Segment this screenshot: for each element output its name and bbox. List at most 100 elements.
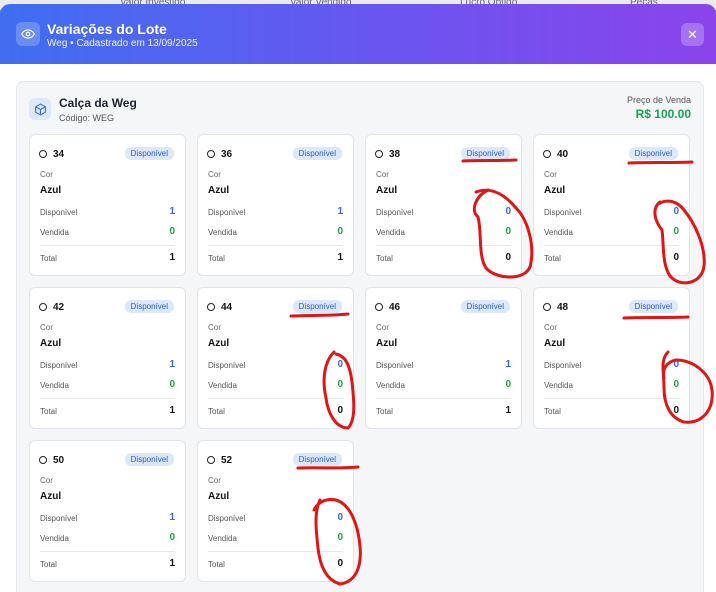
vendida-value: 0 xyxy=(673,379,679,390)
status-badge: Disponível xyxy=(124,453,174,466)
status-badge: Disponível xyxy=(628,147,678,160)
color-value: Azul xyxy=(208,491,230,502)
variant-card: 42 Disponível Cor Azul Disponível 1 Vendida 0 To… xyxy=(29,287,186,429)
total-label: Total xyxy=(40,407,57,416)
disponivel-value: 0 xyxy=(673,206,679,217)
color-value: Azul xyxy=(544,185,566,196)
disponivel-label: Disponível xyxy=(208,208,246,217)
variant-card: 36 Disponível Cor Azul Disponível 1 Vendida 0 To… xyxy=(197,134,354,276)
vendida-label: Vendida xyxy=(40,228,69,237)
price-label: Preço de Venda xyxy=(626,95,691,105)
status-badge: Disponível xyxy=(292,453,342,466)
total-value: 1 xyxy=(169,558,175,569)
product-name: Calça da Weg xyxy=(59,96,137,110)
vendida-value: 0 xyxy=(169,532,175,543)
vendida-value: 0 xyxy=(337,226,343,237)
variations-modal: Variações do Lote Weg • Cadastrado em 13… xyxy=(0,4,716,592)
color-value: Azul xyxy=(40,491,62,502)
total-label: Total xyxy=(208,560,225,569)
card-divider xyxy=(40,551,175,552)
product-panel: Calça da Weg Código: WEG Preço de Venda … xyxy=(16,81,704,592)
color-label: Cor xyxy=(208,476,221,485)
variant-size: 52 xyxy=(221,455,233,466)
disponivel-label: Disponível xyxy=(544,208,582,217)
variant-size: 38 xyxy=(389,149,401,160)
variant-size: 42 xyxy=(53,302,65,313)
total-label: Total xyxy=(544,407,561,416)
total-value: 0 xyxy=(673,405,679,416)
disponivel-value: 1 xyxy=(169,359,175,370)
modal-title: Variações do Lote xyxy=(47,21,167,37)
disponivel-value: 0 xyxy=(673,359,679,370)
disponivel-label: Disponível xyxy=(376,361,414,370)
disponivel-value: 1 xyxy=(169,512,175,523)
color-label: Cor xyxy=(40,323,53,332)
total-value: 1 xyxy=(169,252,175,263)
vendida-label: Vendida xyxy=(208,228,237,237)
variant-size: 34 xyxy=(53,149,65,160)
total-value: 1 xyxy=(169,405,175,416)
modal-header: Variações do Lote Weg • Cadastrado em 13… xyxy=(0,4,716,64)
card-divider xyxy=(208,551,343,552)
color-label: Cor xyxy=(40,170,53,179)
card-divider xyxy=(376,398,511,399)
color-value: Azul xyxy=(544,338,566,349)
circle-icon xyxy=(207,150,215,158)
variant-card: 48 Disponível Cor Azul Disponível 0 Vendida 0 To… xyxy=(533,287,690,429)
circle-icon xyxy=(543,150,551,158)
variant-size: 44 xyxy=(221,302,233,313)
disponivel-label: Disponível xyxy=(40,361,78,370)
vendida-value: 0 xyxy=(505,226,511,237)
close-button[interactable]: ✕ xyxy=(681,23,704,46)
disponivel-label: Disponível xyxy=(376,208,414,217)
disponivel-value: 1 xyxy=(337,206,343,217)
variant-card: 46 Disponível Cor Azul Disponível 1 Vendida 0 To… xyxy=(365,287,522,429)
vendida-label: Vendida xyxy=(208,534,237,543)
vendida-label: Vendida xyxy=(40,534,69,543)
variant-size: 48 xyxy=(557,302,569,313)
circle-icon xyxy=(39,303,47,311)
disponivel-label: Disponível xyxy=(40,514,78,523)
disponivel-value: 0 xyxy=(337,512,343,523)
color-label: Cor xyxy=(208,323,221,332)
disponivel-value: 1 xyxy=(169,206,175,217)
variant-card: 40 Disponível Cor Azul Disponível 0 Vendida 0 To… xyxy=(533,134,690,276)
color-value: Azul xyxy=(376,185,398,196)
variant-card: 52 Disponível Cor Azul Disponível 0 Vendida 0 To… xyxy=(197,440,354,582)
variant-size: 46 xyxy=(389,302,401,313)
color-label: Cor xyxy=(208,170,221,179)
card-divider xyxy=(40,398,175,399)
disponivel-label: Disponível xyxy=(208,514,246,523)
disponivel-value: 1 xyxy=(505,359,511,370)
modal-subtitle: Weg • Cadastrado em 13/09/2025 xyxy=(47,38,198,49)
card-divider xyxy=(376,245,511,246)
disponivel-value: 0 xyxy=(337,359,343,370)
disponivel-label: Disponível xyxy=(544,361,582,370)
variant-size: 40 xyxy=(557,149,569,160)
disponivel-label: Disponível xyxy=(208,361,246,370)
color-label: Cor xyxy=(544,170,557,179)
vendida-label: Vendida xyxy=(40,381,69,390)
color-value: Azul xyxy=(208,185,230,196)
disponivel-label: Disponível xyxy=(40,208,78,217)
color-value: Azul xyxy=(40,185,62,196)
total-value: 0 xyxy=(505,252,511,263)
status-badge: Disponível xyxy=(292,147,342,160)
vendida-value: 0 xyxy=(337,532,343,543)
variant-card: 44 Disponível Cor Azul Disponível 0 Vendida 0 To… xyxy=(197,287,354,429)
variant-size: 36 xyxy=(221,149,233,160)
variant-card: 50 Disponível Cor Azul Disponível 1 Vendida 0 To… xyxy=(29,440,186,582)
disponivel-value: 0 xyxy=(505,206,511,217)
card-divider xyxy=(208,398,343,399)
total-value: 0 xyxy=(337,405,343,416)
color-label: Cor xyxy=(40,476,53,485)
close-icon: ✕ xyxy=(687,26,698,42)
card-divider xyxy=(544,245,679,246)
vendida-label: Vendida xyxy=(208,381,237,390)
total-label: Total xyxy=(544,254,561,263)
price-value: R$ 100.00 xyxy=(635,107,691,121)
status-badge: Disponível xyxy=(124,300,174,313)
total-value: 1 xyxy=(337,252,343,263)
status-badge: Disponível xyxy=(628,300,678,313)
circle-icon xyxy=(207,303,215,311)
